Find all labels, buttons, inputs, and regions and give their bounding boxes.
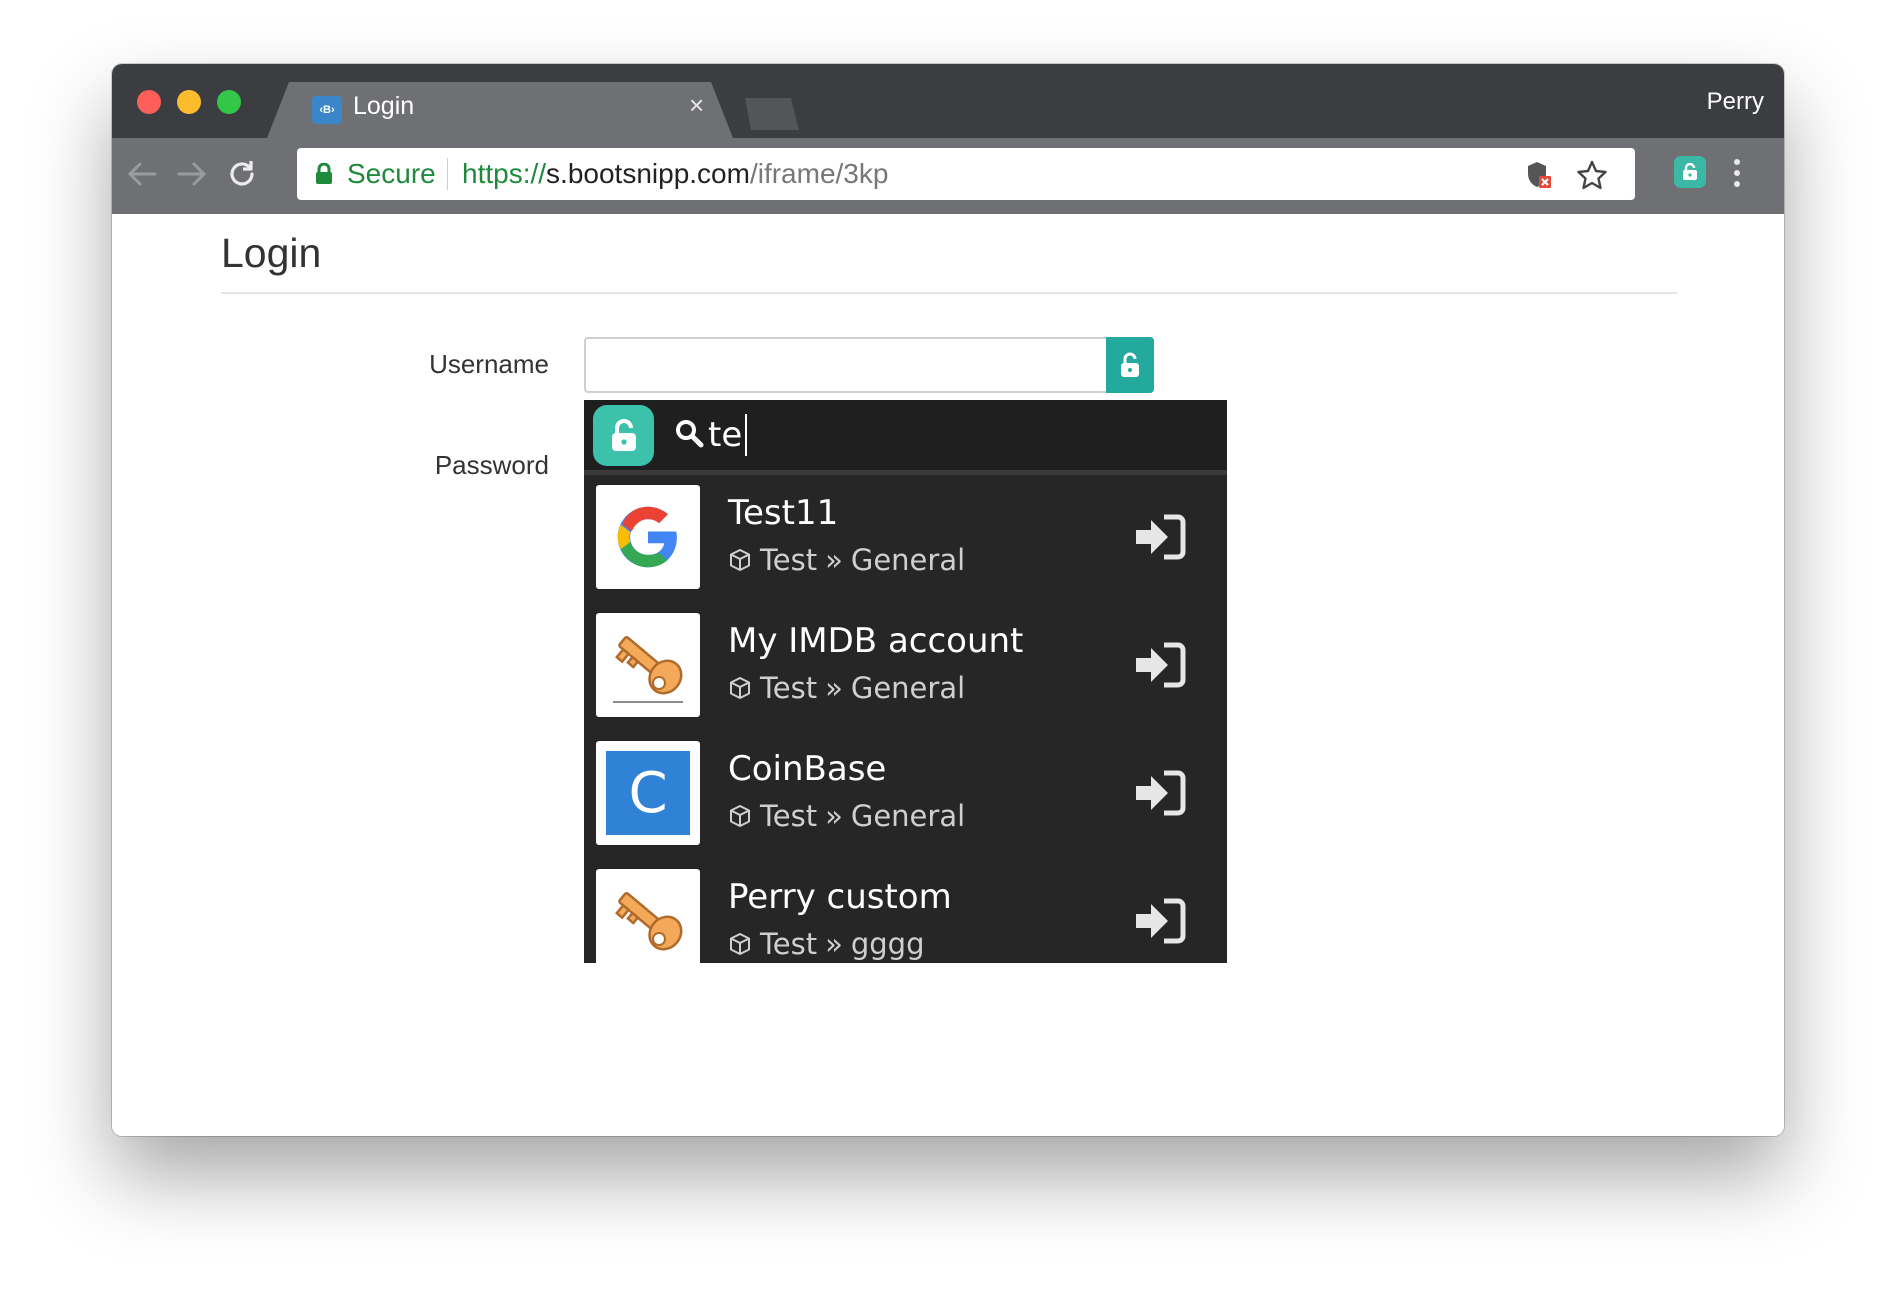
path-separator: » [825,543,843,577]
close-window-button[interactable] [137,90,161,114]
result-folder: gggg [850,927,925,961]
key-icon [596,869,700,963]
results-list: Test11 Test» General My IMDB account Tes… [584,485,1227,963]
url-path: /iframe/3kp [749,158,889,189]
arrow-left-icon [127,162,157,186]
address-divider [447,158,448,190]
key-icon [596,613,700,717]
result-folder: General [850,543,966,577]
result-item[interactable]: Test11 Test» General [584,485,1227,613]
popup-search-bar [584,400,1227,475]
back-button[interactable] [122,154,162,194]
sign-in-icon[interactable] [1134,897,1186,945]
tab-login[interactable]: ‹B› Login × [267,82,733,138]
result-vault: Test [760,543,818,577]
menu-dot-icon [1734,170,1740,176]
tab-title: Login [353,92,415,120]
result-vault: Test [760,799,818,833]
password-manager-popup: Test11 Test»General [584,400,1227,963]
tracking-shield-icon[interactable] [1522,158,1556,192]
url-text[interactable]: https://s.bootsnipp.com/iframe/3kp [462,158,888,190]
result-location: Test» General [728,671,965,705]
result-title: Test11 [728,493,839,533]
sign-in-icon[interactable] [1134,769,1186,817]
search-icon [676,420,704,448]
result-folder: General [850,671,966,705]
menu-dot-icon [1734,181,1740,187]
path-separator: » [825,927,843,961]
result-location: Test» gggg [728,927,925,961]
google-logo-icon [596,485,700,589]
tab-close-icon[interactable]: × [689,90,704,121]
result-location: Test» General [728,543,965,577]
page-title: Login [221,230,322,276]
cube-icon [730,549,750,571]
password-manager-fill-button[interactable] [1106,337,1154,393]
browser-menu-button[interactable] [1724,154,1750,192]
bookmark-star-icon[interactable] [1575,158,1609,192]
popup-search-input[interactable] [708,410,1208,460]
result-vault: Test [760,671,818,705]
reload-icon [230,161,254,186]
padlock-icon [1121,352,1139,377]
result-item[interactable]: My IMDB account Test» General [584,613,1227,741]
result-vault: Test [760,927,818,961]
bootsnipp-favicon-icon: ‹B› [312,96,342,124]
lock-icon [316,163,332,184]
coinbase-icon: C [596,741,700,845]
password-manager-extension-button[interactable] [1674,156,1706,188]
profile-name[interactable]: Perry [1707,88,1764,116]
title-divider [221,292,1677,294]
username-label: Username [429,349,549,379]
password-label: Password [434,450,549,480]
address-bar[interactable]: Secure https://s.bootsnipp.com/iframe/3k… [297,148,1635,200]
result-folder: General [850,799,966,833]
result-item[interactable]: Perry custom Test» gggg [584,869,1227,963]
url-scheme: https:// [462,158,547,189]
result-item[interactable]: C CoinBase Test» General [584,741,1227,869]
text-cursor [745,414,747,456]
path-separator: » [825,671,843,705]
sign-in-icon[interactable] [1134,641,1186,689]
new-tab-button[interactable] [745,98,799,130]
browser-window: ‹B› Login × Perry Secure https://s.boots… [112,64,1784,1136]
zoom-window-button[interactable] [217,90,241,114]
title-bar: ‹B› Login × Perry [112,64,1784,138]
toolbar: Secure https://s.bootsnipp.com/iframe/3k… [112,138,1784,214]
reload-button[interactable] [222,154,262,194]
minimize-window-button[interactable] [177,90,201,114]
cube-icon [730,805,750,827]
result-title: CoinBase [728,749,887,789]
page-viewport: Login Username Password te Test11 Test »… [112,214,1784,1136]
cube-icon [730,933,750,955]
username-field[interactable] [584,337,1106,393]
forward-button[interactable] [172,154,212,194]
url-host: s.bootsnipp.com [546,158,750,189]
cube-icon [730,677,750,699]
menu-dot-icon [1734,159,1740,165]
path-separator: » [825,799,843,833]
padlock-icon [1683,163,1697,180]
sign-in-icon[interactable] [1134,513,1186,561]
result-title: My IMDB account [728,621,1024,661]
arrow-right-icon [177,162,207,186]
result-title: Perry custom [728,877,952,917]
password-manager-logo-icon [593,405,654,466]
secure-label: Secure [347,158,436,189]
result-location: Test» General [728,799,965,833]
